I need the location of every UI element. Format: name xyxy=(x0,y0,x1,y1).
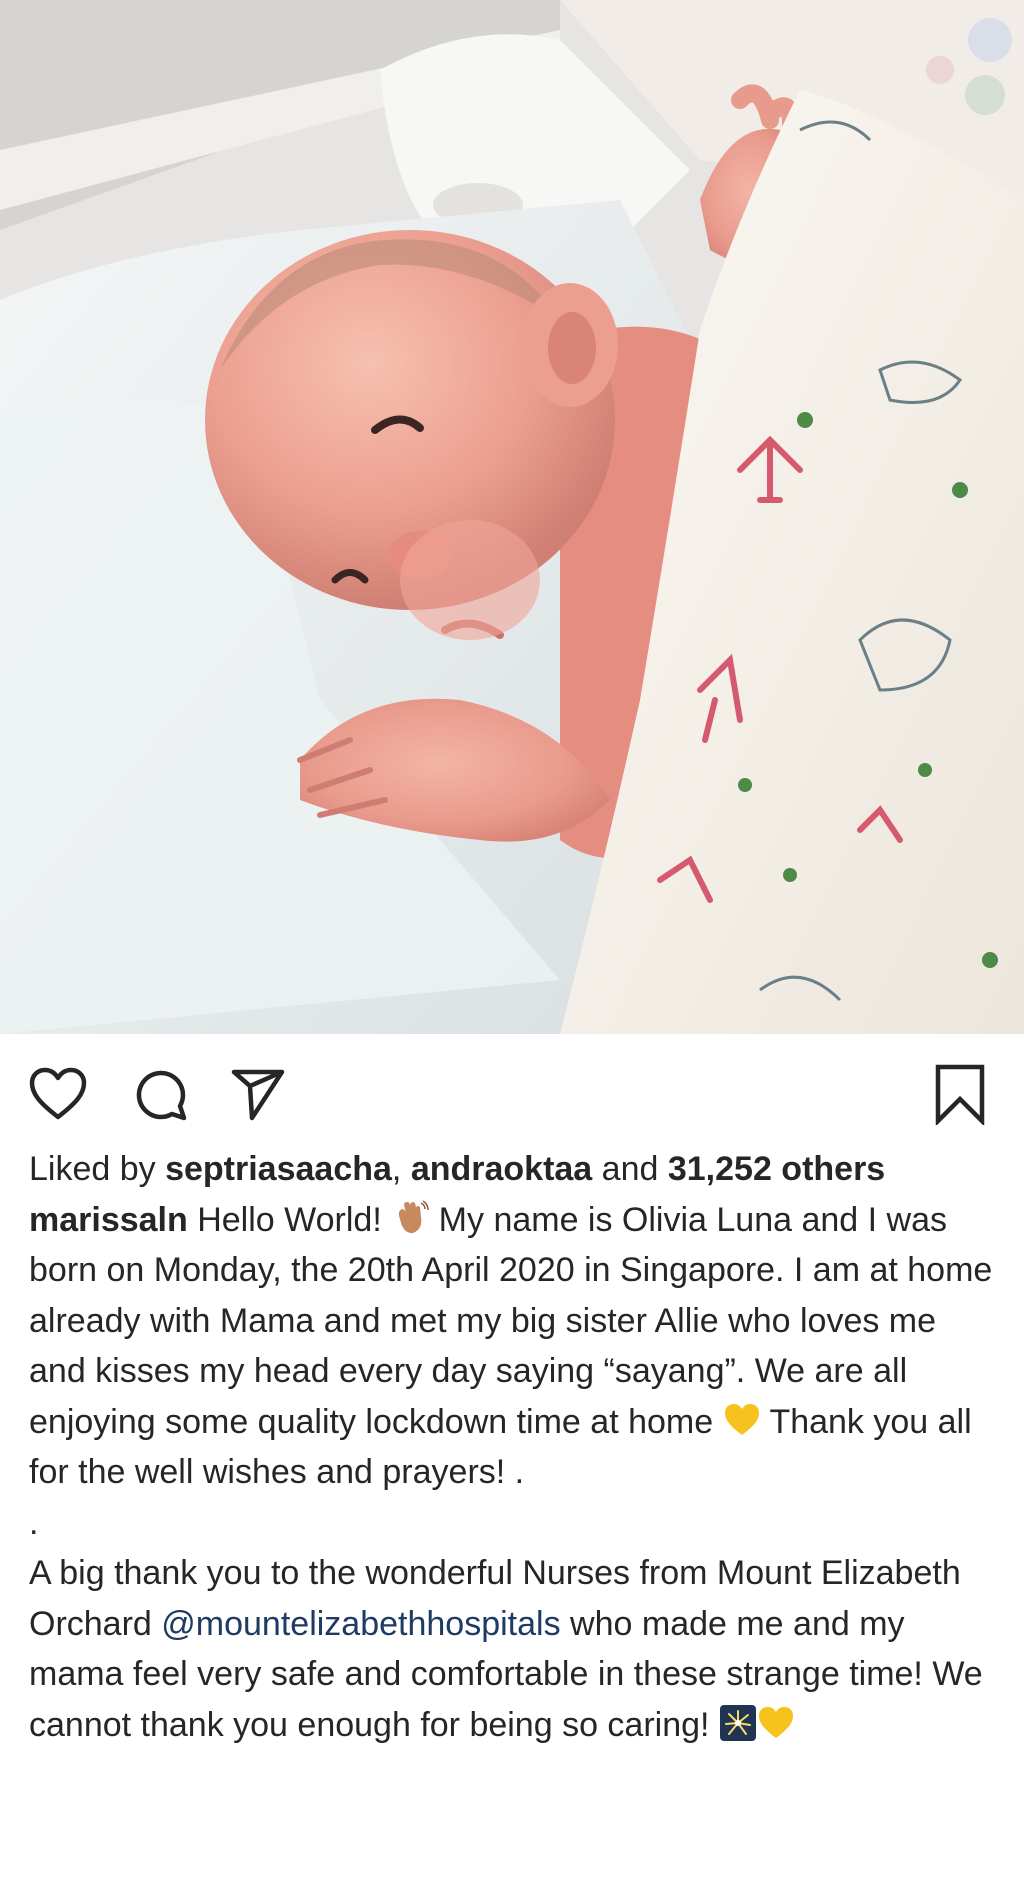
like-button[interactable] xyxy=(26,1062,90,1126)
waving-hand-icon xyxy=(391,1199,429,1237)
liker-username-1[interactable]: septriasaacha xyxy=(165,1150,392,1188)
comment-button[interactable] xyxy=(128,1062,192,1126)
likes-separator: , xyxy=(391,1150,402,1188)
save-button[interactable] xyxy=(928,1062,992,1126)
bookmark-icon xyxy=(934,1063,986,1125)
likes-and: and xyxy=(601,1150,659,1188)
paper-plane-icon xyxy=(230,1066,286,1122)
caption-text: marissaln Hello World! My name is Olivia… xyxy=(29,1195,999,1498)
caption-paragraph-2: A big thank you to the wonderful Nurses … xyxy=(29,1548,999,1750)
post-caption-area: Liked by septriasaacha, andraoktaa and 3… xyxy=(29,1144,999,1750)
newborn-baby-photo xyxy=(0,0,1024,1034)
yellow-heart-icon-2 xyxy=(757,1704,795,1742)
share-button[interactable] xyxy=(226,1062,290,1126)
likes-prefix: Liked by xyxy=(29,1150,156,1188)
likes-line: Liked by septriasaacha, andraoktaa and 3… xyxy=(29,1144,999,1195)
yellow-heart-icon xyxy=(723,1401,761,1439)
post-photo[interactable] xyxy=(0,0,1024,1034)
liker-username-2[interactable]: andraoktaa xyxy=(411,1150,592,1188)
post-action-bar xyxy=(0,1034,1024,1144)
caption-dot-line: . xyxy=(29,1503,39,1542)
hospital-mention-link[interactable]: @mountelizabethhospitals xyxy=(161,1605,560,1643)
likes-count[interactable]: 31,252 others xyxy=(668,1150,885,1188)
author-username[interactable]: marissaln xyxy=(29,1201,188,1239)
speech-bubble-icon xyxy=(132,1066,188,1122)
heart-outline-icon xyxy=(28,1067,88,1121)
caption-part-1: Hello World! xyxy=(197,1200,382,1239)
fireworks-icon xyxy=(719,1704,757,1742)
